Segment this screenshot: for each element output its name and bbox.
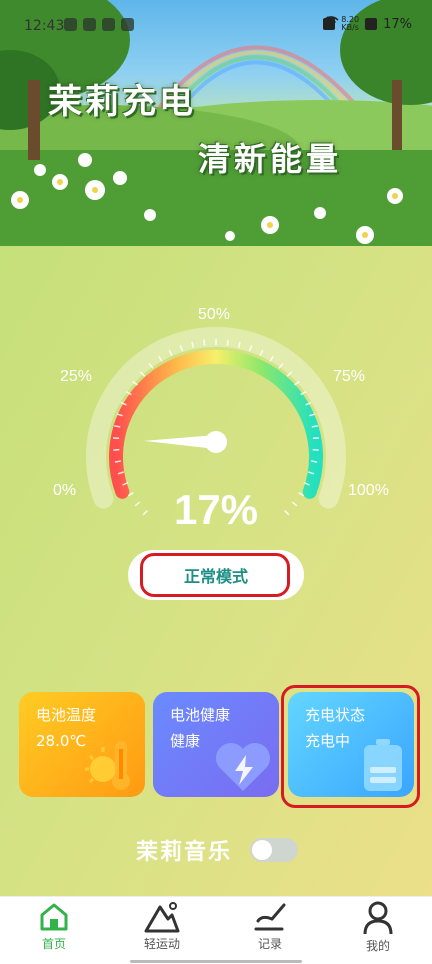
music-label: 茉莉音乐 [136, 840, 233, 865]
net-speed-unit: KB/s [341, 23, 359, 32]
tab-label: 轻运动 [143, 937, 180, 951]
tab-light-exercise[interactable]: 轻运动 [122, 901, 202, 961]
tab-home[interactable]: 首页 [14, 901, 94, 961]
gauge-label-75: 75% [333, 368, 366, 385]
annotation-highlight-box [281, 685, 420, 808]
notification-icons [64, 18, 134, 31]
gauge-tick [114, 425, 121, 428]
tab-label: 首页 [41, 937, 66, 951]
bottom-tab-bar: 首页 轻运动 记录 我的 [0, 896, 432, 964]
app-notification-icon [64, 18, 77, 31]
battery-percent: 17% [383, 16, 412, 32]
gauge-label-50: 50% [198, 306, 231, 323]
app-notification-icon [83, 18, 96, 31]
sim-icon [365, 18, 378, 30]
tab-mine[interactable]: 我的 [338, 901, 418, 961]
app-notification-icon [121, 18, 134, 31]
tiktok-icon [102, 18, 115, 31]
person-icon [363, 901, 393, 935]
gauge-tick [311, 425, 318, 428]
pen-record-icon [254, 903, 286, 931]
status-time: 12:43 [24, 18, 65, 34]
tab-label: 我的 [365, 939, 390, 953]
battery-gauge: 0% 25% 50% 75% 100% 17% [0, 246, 432, 576]
music-toggle-row: 茉莉音乐 [0, 832, 432, 868]
charging-bolt-icon [323, 16, 332, 29]
battery-percent-display: 17% [173, 486, 259, 533]
mountain-icon [144, 902, 180, 933]
tab-records[interactable]: 记录 [230, 901, 310, 961]
tab-label: 记录 [257, 937, 282, 951]
main-panel: 0% 25% 50% 75% 100% 17% 正常模式 电池温度 28.0℃ [0, 246, 432, 896]
banner-title: 茉莉充电 [48, 82, 196, 122]
sun-thermometer-icon [85, 741, 130, 790]
battery-temperature-card[interactable]: 电池温度 28.0℃ [19, 692, 145, 797]
app-root: 12:43 8.20 KB/s 17% 茉莉充电 清新能量 0% 25% 50%… [0, 0, 432, 964]
net-speed: 8.20 KB/s [341, 16, 359, 32]
home-icon [40, 903, 68, 931]
card-title: 电池健康 [170, 706, 231, 724]
stat-cards: 电池温度 28.0℃ 电池健康 健康 充电状态 充电中 [0, 685, 432, 808]
home-indicator [130, 960, 302, 963]
charging-mode-button[interactable]: 正常模式 [128, 550, 304, 600]
banner-subtitle: 清新能量 [198, 140, 343, 178]
music-toggle-switch[interactable] [250, 838, 298, 862]
gauge-label-25: 25% [60, 368, 93, 385]
status-bar: 12:43 8.20 KB/s 17% [0, 0, 432, 52]
annotation-highlight-box [140, 553, 290, 597]
heart-bolt-icon [216, 743, 270, 791]
banner: 12:43 8.20 KB/s 17% 茉莉充电 清新能量 [0, 0, 432, 246]
gauge-tick [226, 339, 229, 346]
card-title: 电池温度 [36, 706, 97, 724]
status-right: 8.20 KB/s 17% [323, 16, 412, 32]
battery-health-card[interactable]: 电池健康 健康 [153, 692, 279, 797]
toggle-knob [252, 840, 272, 860]
gauge-tick [203, 339, 206, 346]
gauge-needle-hub [205, 431, 227, 453]
